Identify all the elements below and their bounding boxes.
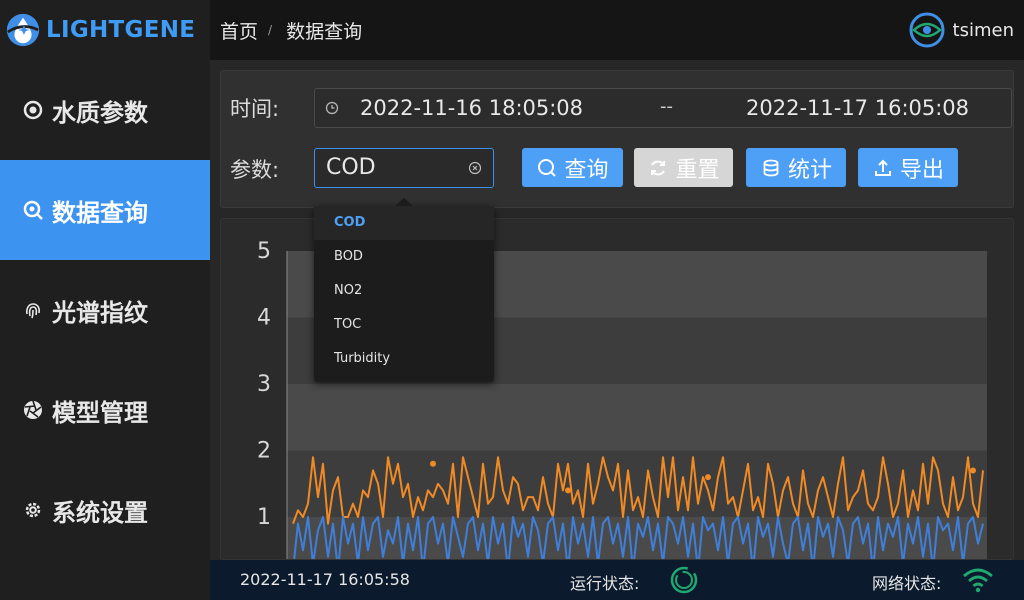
- series-point: [970, 467, 976, 474]
- date-range-picker[interactable]: 2022-11-16 18:05:08 -- 2022-11-17 16:05:…: [314, 88, 1012, 128]
- user-menu[interactable]: tsimen: [909, 12, 1014, 48]
- dropdown-option-no2[interactable]: NO2: [314, 274, 494, 308]
- user-avatar-icon: [909, 12, 945, 48]
- dropdown-option-toc[interactable]: TOC: [314, 308, 494, 342]
- export-button-label: 导出: [899, 157, 944, 183]
- y-tick-label: 3: [257, 372, 271, 397]
- sidebar-item-model-management[interactable]: 模型管理: [0, 360, 210, 460]
- sidebar-item-system-settings[interactable]: 系统设置: [0, 460, 210, 560]
- network-status-label: 网络状态:: [872, 574, 942, 593]
- param-select[interactable]: COD: [314, 148, 494, 188]
- sidebar-item-label: 系统设置: [52, 498, 148, 527]
- status-time: 2022-11-17 16:05:58: [240, 570, 410, 589]
- wifi-icon: [963, 568, 993, 593]
- param-label: 参数:: [230, 158, 280, 182]
- series-point: [565, 487, 571, 494]
- database-icon: [763, 159, 779, 176]
- chart-band: [287, 384, 987, 451]
- series-point: [430, 460, 436, 467]
- query-form: 时间: 2022-11-16 18:05:08 -- 2022-11-17 16…: [220, 70, 1014, 208]
- breadcrumb-separator: /: [268, 23, 273, 37]
- app-root: LIGHTGENE 水质参数 数据查询 光谱指纹 模型管理 系统设置 首页 / …: [0, 0, 1024, 600]
- sidebar-item-label: 模型管理: [52, 398, 148, 427]
- export-button[interactable]: 导出: [858, 148, 958, 187]
- sidebar-item-data-query[interactable]: 数据查询: [0, 160, 210, 260]
- stats-button[interactable]: 统计: [746, 148, 846, 187]
- spinner-ring-icon: [670, 566, 698, 594]
- upload-icon: [874, 159, 891, 176]
- top-header: 首页 / 数据查询 tsimen: [210, 0, 1024, 60]
- brand-name: LIGHTGENE: [46, 17, 196, 43]
- droplet-logo-icon: [6, 13, 40, 47]
- user-name: tsimen: [952, 19, 1014, 41]
- range-separator: --: [660, 96, 673, 117]
- search-button-label: 查询: [564, 157, 609, 183]
- y-tick-label: 5: [257, 239, 271, 264]
- param-select-value: COD: [326, 155, 376, 180]
- status-bar: 2022-11-17 16:05:58 运行状态: 网络状态:: [210, 560, 1024, 600]
- y-tick-label: 2: [257, 439, 271, 464]
- reset-button-label: 重置: [675, 157, 720, 183]
- dropdown-option-bod[interactable]: BOD: [314, 240, 494, 274]
- sidebar-item-label: 数据查询: [52, 198, 148, 227]
- brand-logo: LIGHTGENE: [0, 0, 210, 60]
- y-tick-label: 4: [257, 306, 271, 331]
- dropdown-option-turbidity[interactable]: Turbidity: [314, 342, 494, 376]
- sidebar: LIGHTGENE 水质参数 数据查询 光谱指纹 模型管理 系统设置: [0, 0, 210, 600]
- dropdown-option-cod[interactable]: COD: [314, 206, 494, 240]
- refresh-icon: [651, 160, 666, 175]
- fingerprint-icon: [22, 299, 44, 321]
- breadcrumb: 首页 / 数据查询: [220, 17, 362, 44]
- gear-icon: [22, 499, 44, 521]
- y-tick-label: 1: [257, 505, 271, 530]
- run-status-label: 运行状态:: [570, 574, 640, 593]
- search-icon: [538, 158, 557, 177]
- breadcrumb-home[interactable]: 首页: [220, 17, 258, 44]
- sidebar-item-label: 光谱指纹: [52, 298, 148, 327]
- sidebar-item-spectral-fingerprint[interactable]: 光谱指纹: [0, 260, 210, 360]
- clear-icon[interactable]: [468, 161, 482, 175]
- search-data-icon: [22, 199, 44, 221]
- start-date-input[interactable]: 2022-11-16 18:05:08: [360, 96, 583, 120]
- series-point: [705, 474, 711, 481]
- end-date-input[interactable]: 2022-11-17 16:05:08: [746, 96, 969, 120]
- reset-button[interactable]: 重置: [634, 148, 733, 187]
- search-button[interactable]: 查询: [522, 148, 623, 187]
- time-label: 时间:: [230, 97, 280, 121]
- aperture-icon: [22, 399, 44, 421]
- breadcrumb-current: 数据查询: [286, 20, 363, 43]
- clock-icon: [325, 101, 339, 115]
- sidebar-nav: 水质参数 数据查询 光谱指纹 模型管理 系统设置: [0, 60, 210, 560]
- sidebar-item-water-quality[interactable]: 水质参数: [0, 60, 210, 160]
- stats-button-label: 统计: [787, 157, 832, 183]
- param-dropdown: COD BOD NO2 TOC Turbidity: [314, 206, 494, 382]
- water-quality-icon: [22, 99, 44, 121]
- sidebar-item-label: 水质参数: [52, 98, 148, 127]
